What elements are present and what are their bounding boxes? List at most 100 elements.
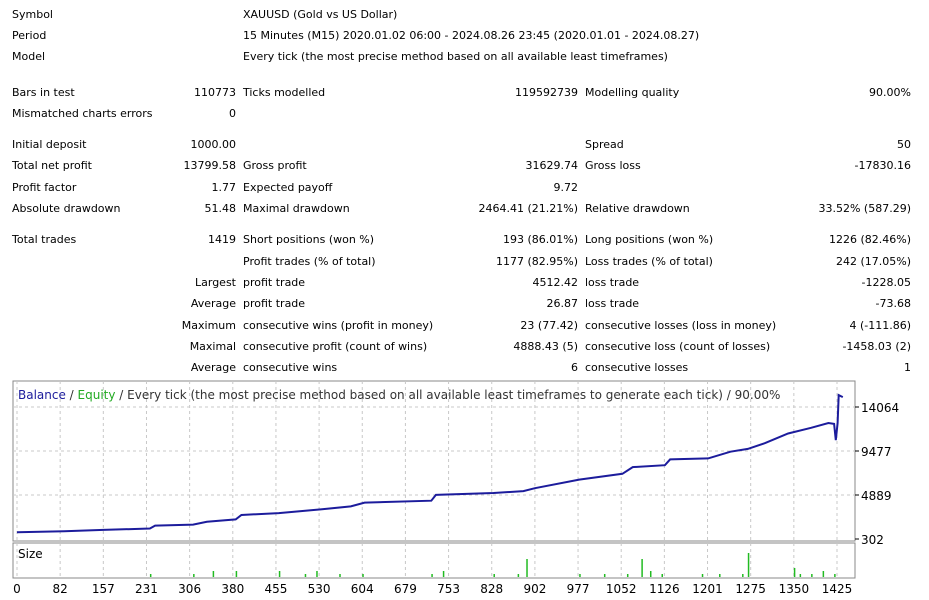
- stat-label: Mismatched charts errors: [12, 107, 153, 120]
- size-bar: [641, 559, 643, 577]
- x-tick-label: 380: [221, 582, 244, 596]
- size-plot-frame: [12, 542, 856, 579]
- size-bar: [822, 571, 825, 577]
- x-tick-label: 1052: [606, 582, 637, 596]
- stat-value: 90.00%: [869, 86, 911, 99]
- x-tick-label: 902: [523, 582, 546, 596]
- x-tick-label: 753: [437, 582, 460, 596]
- stat-value: 23 (77.42): [520, 319, 578, 332]
- y-tick-label: 9477: [861, 445, 892, 459]
- stat-value: 26.87: [546, 297, 579, 310]
- stat-value: 4 (-111.86): [849, 319, 911, 332]
- stat-value: 6: [571, 361, 578, 374]
- stat-value: 9.72: [553, 181, 579, 194]
- size-bar: [649, 571, 652, 577]
- stat-value: 51.48: [204, 202, 237, 215]
- stat-label: loss trade: [585, 276, 640, 289]
- x-tick-label: 1275: [735, 582, 766, 596]
- x-tick-label: 530: [308, 582, 331, 596]
- x-tick-label: 82: [53, 582, 68, 596]
- stat-label: Short positions (won %): [243, 233, 375, 246]
- x-tick-label: 679: [394, 582, 417, 596]
- stats-row: Total net profit 13799.58 Gross profit 3162…: [0, 156, 929, 176]
- size-bar: [235, 571, 238, 577]
- x-tick-label: 0: [13, 582, 21, 596]
- stat-value: Largest: [195, 276, 236, 289]
- legend-balance: Balance: [18, 388, 66, 402]
- stat-label: Gross loss: [585, 159, 641, 172]
- stat-label: Spread: [585, 138, 624, 151]
- stat-value: 0: [229, 107, 236, 120]
- stats-row: Profit trades (% of total) 1177 (82.95%) L…: [0, 252, 929, 272]
- size-bar: [493, 574, 495, 577]
- size-bar: [626, 574, 629, 577]
- size-bar: [278, 571, 281, 577]
- x-tick-label: 157: [92, 582, 115, 596]
- size-bar: [362, 574, 364, 577]
- report-row: Model Every tick (the most precise method…: [0, 47, 929, 67]
- size-bar: [212, 571, 215, 577]
- stats-row: Mismatched charts errors 0: [0, 104, 929, 124]
- y-tick-label: 4889: [861, 489, 892, 503]
- x-tick-label: 306: [178, 582, 201, 596]
- stat-label: consecutive wins (profit in money): [243, 319, 434, 332]
- size-bar: [661, 574, 663, 577]
- x-tick-label: 1350: [779, 582, 810, 596]
- stat-value: 4888.43 (5): [513, 340, 578, 353]
- size-bar: [193, 574, 195, 577]
- x-tick-label: 1425: [822, 582, 853, 596]
- stat-label: Total net profit: [12, 159, 92, 172]
- stat-label: profit trade: [243, 297, 306, 310]
- size-bar: [799, 574, 802, 577]
- stat-label: profit trade: [243, 276, 306, 289]
- main-plot-frame: [12, 380, 856, 542]
- balance-equity-chart: 0 82 157 231 306 380 455 530 604 679 753 828 902 977 1…: [12, 380, 899, 596]
- stats-row: Bars in test 110773 Ticks modelled 11959273…: [0, 83, 929, 103]
- size-bar: [793, 568, 796, 577]
- stat-label: Profit factor: [12, 181, 77, 194]
- stat-label: Bars in test: [12, 86, 75, 99]
- size-bar: [149, 574, 152, 577]
- y-tick-label: 14064: [861, 401, 899, 415]
- stat-label: consecutive losses (loss in money): [585, 319, 777, 332]
- size-bar: [579, 574, 581, 577]
- stat-value: Average: [190, 297, 236, 310]
- row-label: Model: [12, 50, 46, 63]
- size-bar: [517, 574, 520, 577]
- stat-label: Initial deposit: [12, 138, 87, 151]
- stat-value: 1177 (82.95%): [495, 255, 578, 268]
- stats-row: Total trades 1419 Short positions (won %) 1…: [0, 230, 929, 250]
- size-bar: [526, 559, 528, 577]
- stat-value: 50: [897, 138, 911, 151]
- stats-row: Average profit trade 26.87 loss trade -73.68: [0, 294, 929, 314]
- stat-label: Ticks modelled: [243, 86, 326, 99]
- stats-row: Initial deposit 1000.00 Spread 50: [0, 135, 929, 155]
- legend-description: / Every tick (the most precise method ba…: [115, 388, 780, 402]
- stat-value: 1000.00: [190, 138, 237, 151]
- size-bar: [742, 574, 744, 577]
- x-tick-label: 828: [480, 582, 503, 596]
- legend-equity: Equity: [78, 388, 116, 402]
- stat-value: 1.77: [211, 181, 237, 194]
- chart-legend: Balance / Equity / Every tick (the most …: [18, 388, 780, 402]
- stat-label: consecutive profit (count of wins): [243, 340, 428, 353]
- stat-label: Relative drawdown: [585, 202, 690, 215]
- size-bar: [811, 574, 813, 577]
- row-value: XAUUSD (Gold vs US Dollar): [243, 8, 398, 21]
- stat-value: 1: [904, 361, 911, 374]
- stat-label: Absolute drawdown: [12, 202, 121, 215]
- size-bar: [442, 571, 445, 577]
- stat-label: Modelling quality: [585, 86, 680, 99]
- row-label: Period: [12, 29, 47, 42]
- row-label: Symbol: [12, 8, 53, 21]
- stat-value: 193 (86.01%): [502, 233, 578, 246]
- stat-value: 4512.42: [532, 276, 579, 289]
- size-bar: [339, 574, 341, 577]
- stat-value: -73.68: [875, 297, 911, 310]
- stat-value: 119592739: [515, 86, 578, 99]
- x-tick-label: 977: [567, 582, 590, 596]
- stat-value: Average: [190, 361, 236, 374]
- stats-row: Largest profit trade 4512.42 loss trade -122…: [0, 273, 929, 293]
- size-bar: [431, 574, 433, 577]
- size-bar: [747, 553, 750, 577]
